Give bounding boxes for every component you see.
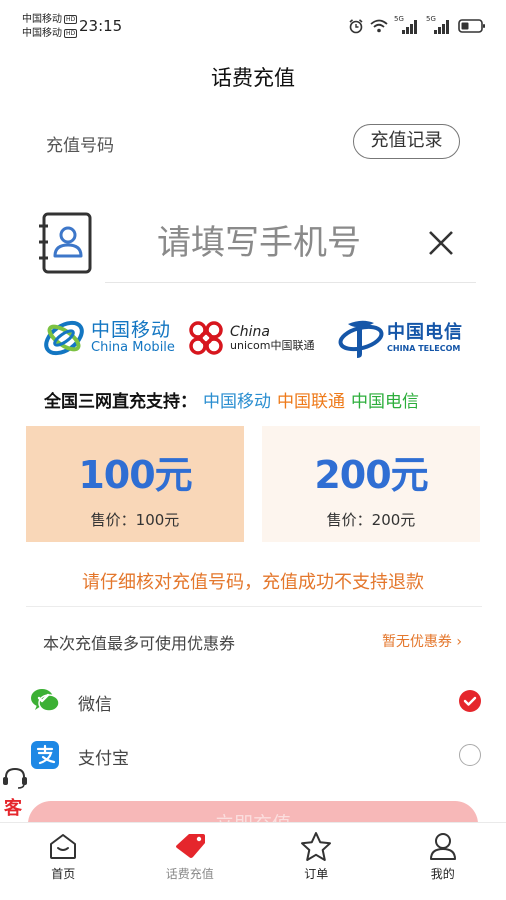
- alarm-icon: [349, 19, 363, 34]
- china-unicom-knot-icon: [189, 321, 223, 355]
- battery-icon: [458, 19, 485, 33]
- china-unicom-logo: China unicom中国联通: [184, 314, 326, 362]
- tab-orders[interactable]: 订单: [253, 823, 380, 900]
- tag-icon: [175, 834, 205, 858]
- payment-name: 微信: [78, 695, 112, 715]
- package-card-100[interactable]: 100元 售价：100元: [26, 426, 244, 542]
- refund-warning: 请仔细核对充值号码，充值成功不支持退款: [82, 572, 424, 593]
- support-unicom: 中国联通: [277, 392, 345, 412]
- customer-service-label: 客: [4, 798, 22, 819]
- network-support-line: 全国三网直充支持： 中国移动 中国联通 中国电信: [44, 392, 419, 412]
- bottom-tab-bar: 首页 话费充值 订单 我的: [0, 822, 506, 900]
- coupon-status-link[interactable]: 暂无优惠券 ›: [382, 631, 462, 651]
- china-telecom-emblem-icon: [338, 320, 384, 358]
- carrier-label-2: 中国移动 HD: [22, 28, 78, 39]
- divider: [26, 606, 482, 607]
- status-bar: 中国移动 HD 中国移动 HD 23:15 5G 5G: [0, 0, 506, 48]
- home-icon: [50, 834, 77, 859]
- payment-name: 支付宝: [78, 749, 129, 769]
- support-telecom: 中国电信: [351, 392, 419, 412]
- tab-mine[interactable]: 我的: [380, 823, 506, 900]
- hd-badge: HD: [64, 15, 78, 24]
- customer-service-float[interactable]: 客: [0, 766, 30, 819]
- signal-icon: 5G: [394, 15, 420, 35]
- support-cmcc: 中国移动: [203, 392, 271, 412]
- package-price: 售价：100元: [90, 511, 180, 529]
- status-time: 23:15: [79, 17, 123, 35]
- payment-radio-selected[interactable]: [459, 690, 481, 712]
- clear-icon[interactable]: [426, 228, 456, 258]
- phone-number-input[interactable]: [104, 215, 414, 271]
- star-icon: [301, 832, 332, 861]
- payment-option-wechat[interactable]: 微信: [0, 680, 506, 724]
- hd-badge: HD: [64, 29, 78, 38]
- china-mobile-swirl-icon: [44, 320, 84, 356]
- wifi-icon: [370, 19, 388, 33]
- user-icon: [429, 833, 456, 860]
- input-underline: [105, 282, 476, 283]
- china-telecom-logo: 中国电信 CHINA TELECOM: [338, 312, 468, 364]
- package-amount: 200元: [314, 453, 428, 497]
- recharge-record-button[interactable]: 充值记录: [353, 124, 460, 159]
- check-icon: [463, 696, 477, 706]
- coupon-label: 本次充值最多可使用优惠券: [43, 634, 236, 653]
- package-amount: 100元: [78, 453, 192, 497]
- payment-radio-unselected[interactable]: [459, 744, 481, 766]
- carrier-label-1: 中国移动 HD: [22, 14, 78, 25]
- payment-option-alipay[interactable]: 支付宝: [0, 734, 506, 778]
- alipay-icon: [31, 741, 59, 769]
- wechat-icon: [31, 689, 60, 712]
- package-card-200[interactable]: 200元 售价：200元: [262, 426, 480, 542]
- status-icons: 5G 5G: [348, 15, 486, 36]
- signal-icon: 5G: [426, 15, 452, 35]
- contact-book-icon[interactable]: [38, 212, 94, 274]
- page-title: 话费充值: [211, 66, 295, 90]
- tab-home[interactable]: 首页: [0, 823, 127, 900]
- headset-icon: [3, 767, 27, 789]
- tab-recharge[interactable]: 话费充值: [127, 823, 254, 900]
- package-price: 售价：200元: [326, 511, 416, 529]
- recharge-number-label: 充值号码: [46, 136, 114, 156]
- china-mobile-logo: 中国移动 China Mobile: [42, 314, 177, 362]
